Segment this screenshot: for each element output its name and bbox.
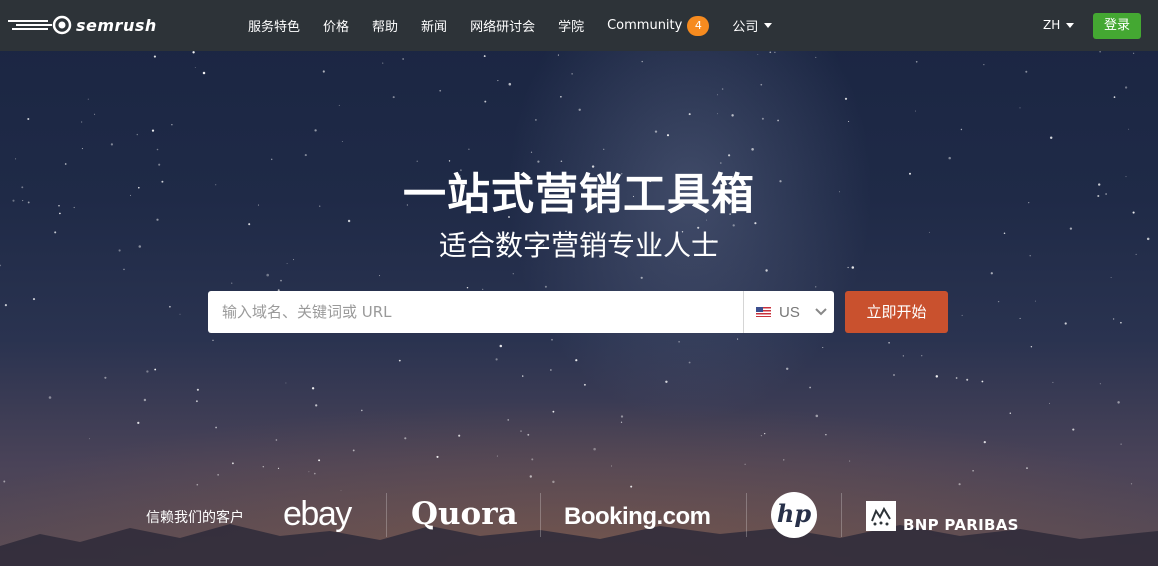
- top-navigation-bar: semrush 服务特色 价格 帮助 新闻 网络研讨会 学院 Community…: [0, 0, 1158, 51]
- start-now-button[interactable]: 立即开始: [845, 291, 948, 333]
- nav-academy[interactable]: 学院: [558, 16, 584, 35]
- nav-help[interactable]: 帮助: [372, 16, 398, 35]
- caret-down-icon: [764, 23, 773, 28]
- hp-logo: hp: [771, 492, 817, 538]
- divider: [386, 493, 387, 537]
- community-badge: 4: [687, 15, 710, 36]
- us-flag-icon: [756, 307, 771, 317]
- client-logos: 信赖我们的客户 ebay Quora Booking.com hp BNP PA…: [0, 490, 1158, 540]
- ebay-logo: ebay: [283, 495, 352, 533]
- nav-community-label: Community: [607, 18, 683, 33]
- search-bar: US: [208, 291, 834, 333]
- hero-background: [0, 0, 1158, 566]
- trusted-by-label: 信赖我们的客户: [146, 510, 244, 526]
- quora-logo: Quora: [411, 496, 518, 532]
- nav-features[interactable]: 服务特色: [248, 16, 300, 35]
- nav-webinars[interactable]: 网络研讨会: [470, 16, 535, 35]
- country-label: US: [779, 303, 800, 321]
- chevron-down-icon: [815, 308, 827, 316]
- hp-logo-text: hp: [776, 499, 812, 528]
- divider: [540, 493, 541, 537]
- login-button[interactable]: 登录: [1093, 13, 1141, 39]
- logo-fireball-icon: [8, 15, 72, 35]
- search-input[interactable]: [208, 291, 743, 333]
- hero-title: 一站式营销工具箱: [403, 170, 755, 220]
- main-nav: 服务特色 价格 帮助 新闻 网络研讨会 学院 Community 4 公司: [248, 0, 795, 51]
- semrush-logo[interactable]: semrush: [8, 14, 157, 36]
- language-selector[interactable]: ZH: [1043, 18, 1075, 32]
- nav-company-label: 公司: [732, 20, 759, 35]
- booking-logo: Booking.com: [564, 503, 711, 530]
- caret-down-icon: [1066, 22, 1075, 28]
- nav-pricing[interactable]: 价格: [323, 16, 349, 35]
- logo-text: semrush: [76, 15, 157, 35]
- nav-news[interactable]: 新闻: [421, 16, 447, 35]
- bnp-paribas-logo: BNP PARIBAS: [903, 516, 1019, 534]
- bnp-stars-icon: [866, 501, 896, 531]
- divider: [841, 493, 842, 537]
- divider: [746, 493, 747, 537]
- language-label: ZH: [1043, 18, 1061, 32]
- nav-company[interactable]: 公司: [732, 16, 773, 35]
- hero-subtitle: 适合数字营销专业人士: [438, 229, 719, 262]
- nav-community[interactable]: Community 4: [607, 15, 710, 36]
- country-selector[interactable]: US: [743, 291, 834, 333]
